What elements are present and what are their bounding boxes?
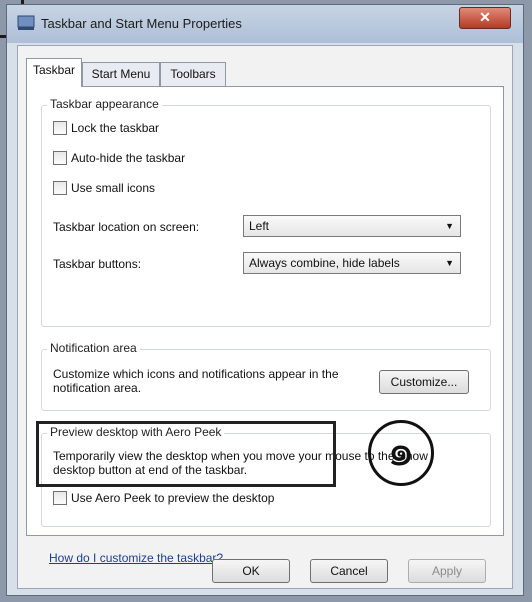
cancel-button[interactable]: Cancel [310, 559, 388, 583]
tab-taskbar[interactable]: Taskbar [26, 58, 82, 87]
taskbar-buttons-value: Always combine, hide labels [249, 256, 400, 270]
taskbar-app-icon [17, 15, 35, 30]
taskbar-location-label: Taskbar location on screen: [53, 220, 200, 234]
window-title: Taskbar and Start Menu Properties [41, 16, 242, 31]
small-icons-label: Use small icons [71, 181, 156, 195]
tab-toolbars[interactable]: Toolbars [160, 62, 226, 86]
lock-taskbar-label: Lock the taskbar [71, 121, 160, 135]
notification-area-title: Notification area [47, 341, 140, 355]
help-link[interactable]: How do I customize the taskbar? [49, 551, 223, 565]
autohide-taskbar-checkbox[interactable]: Auto-hide the taskbar [53, 151, 185, 165]
autohide-taskbar-label: Auto-hide the taskbar [71, 151, 186, 165]
small-icons-checkbox[interactable]: Use small icons [53, 181, 155, 195]
taskbar-appearance-title: Taskbar appearance [47, 97, 162, 111]
close-button[interactable]: ✕ [459, 7, 511, 29]
dialog-content: Taskbar Start Menu Toolbars Taskbar appe… [17, 45, 513, 589]
annotation-highlight-box [36, 421, 336, 487]
tab-start-menu[interactable]: Start Menu [82, 62, 160, 86]
checkbox-box[interactable] [53, 151, 67, 165]
taskbar-buttons-label: Taskbar buttons: [53, 257, 142, 271]
checkbox-box[interactable] [53, 491, 67, 505]
properties-dialog: Taskbar and Start Menu Properties ✕ Task… [6, 4, 524, 596]
taskbar-buttons-dropdown[interactable]: Always combine, hide labels ▼ [243, 252, 461, 274]
checkbox-box[interactable] [53, 121, 67, 135]
apply-button[interactable]: Apply [408, 559, 486, 583]
aero-peek-checkbox[interactable]: Use Aero Peek to preview the desktop [53, 491, 274, 505]
taskbar-location-dropdown[interactable]: Left ▼ [243, 215, 461, 237]
chevron-down-icon: ▼ [445, 221, 454, 231]
title-bar[interactable]: Taskbar and Start Menu Properties ✕ [7, 5, 523, 43]
ok-button[interactable]: OK [212, 559, 290, 583]
lock-taskbar-checkbox[interactable]: Lock the taskbar [53, 121, 159, 135]
annotation-number-circle: ๑ [368, 420, 434, 486]
checkbox-box[interactable] [53, 181, 67, 195]
chevron-down-icon: ▼ [445, 258, 454, 268]
notification-area-description: Customize which icons and notifications … [53, 367, 339, 395]
close-icon: ✕ [479, 9, 491, 25]
taskbar-location-value: Left [249, 219, 270, 233]
customize-button[interactable]: Customize... [379, 370, 469, 394]
aero-peek-label: Use Aero Peek to preview the desktop [71, 491, 275, 505]
